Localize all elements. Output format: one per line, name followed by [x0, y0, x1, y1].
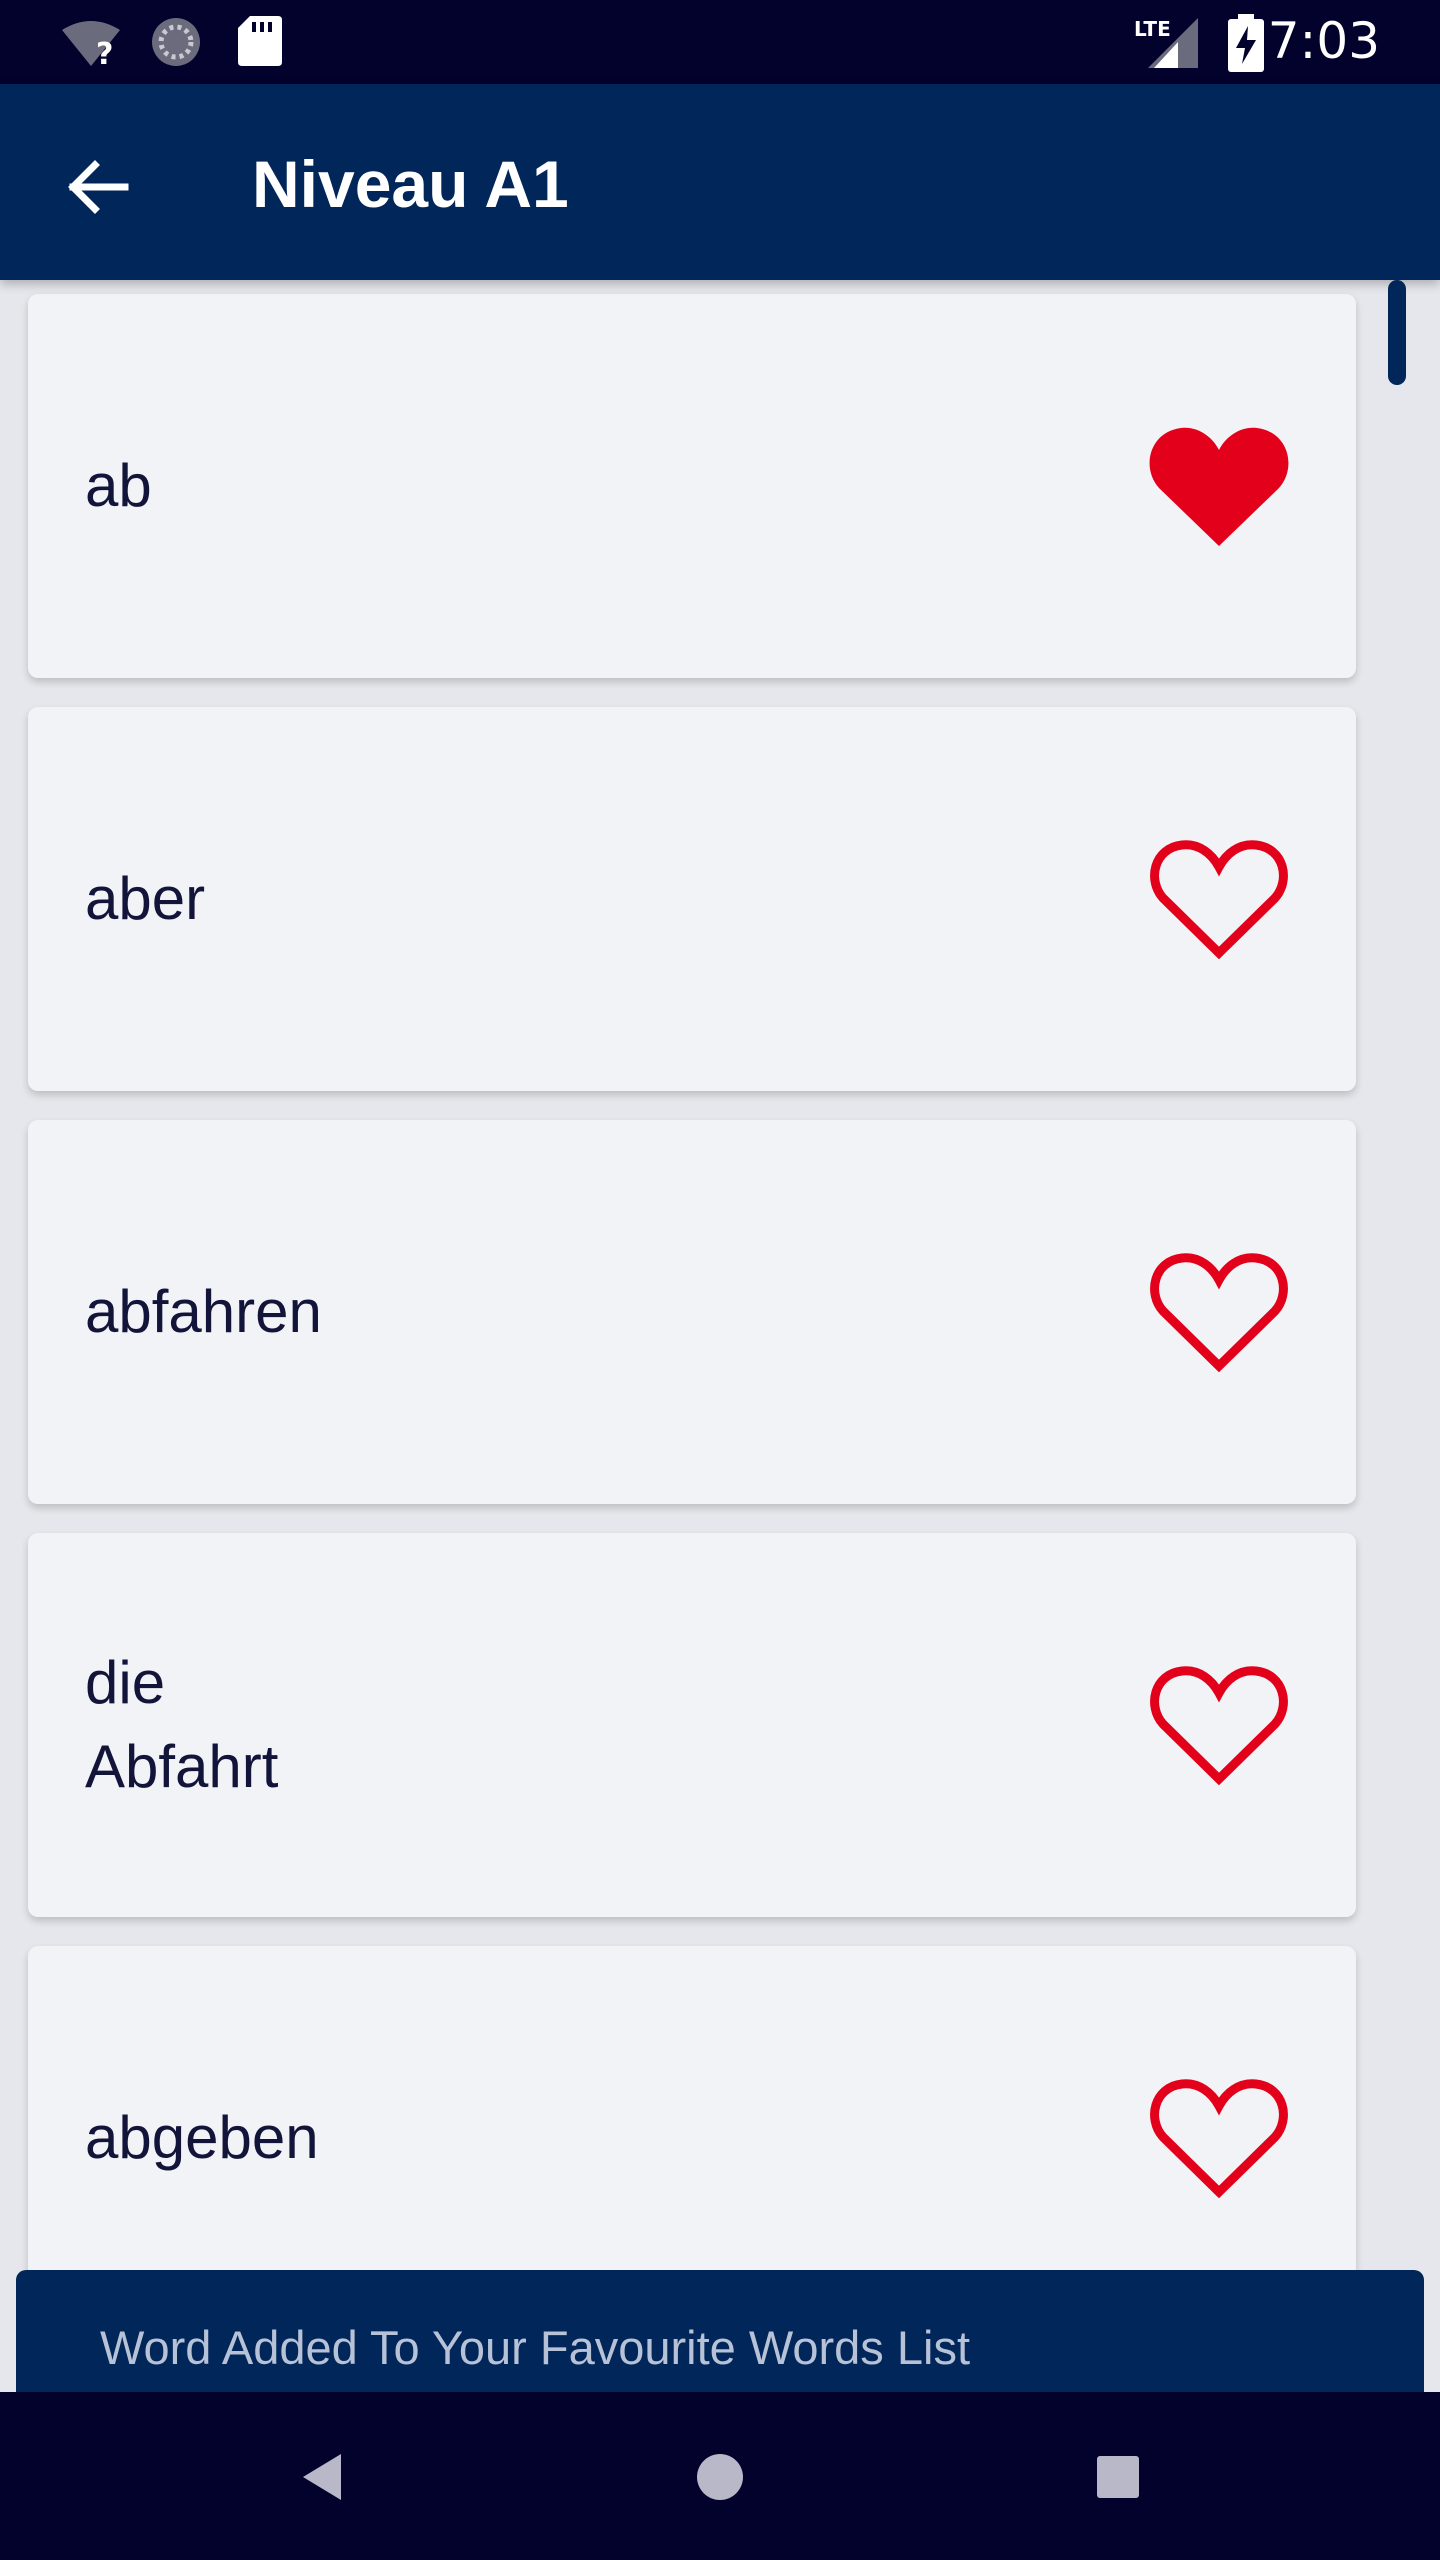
favorite-button[interactable]	[1144, 1657, 1294, 1793]
word-text: abfahren	[85, 1278, 322, 1345]
word-text: ab	[85, 452, 152, 519]
heart-outline-icon	[1150, 840, 1288, 960]
word-text: Abfahrt	[85, 1733, 279, 1800]
word-label: abfahren	[85, 1120, 985, 1504]
snackbar: Word Added To Your Favourite Words List	[16, 2270, 1424, 2400]
favorite-button[interactable]	[1144, 418, 1294, 554]
favorite-button[interactable]	[1144, 1244, 1294, 1380]
word-text: aber	[85, 865, 206, 932]
system-nav-bar	[0, 2392, 1440, 2560]
recents-square-icon	[1097, 2456, 1139, 2498]
sync-icon	[148, 14, 204, 75]
back-triangle-icon	[303, 2454, 341, 2500]
heart-outline-icon	[1150, 2079, 1288, 2199]
word-card[interactable]: ab	[28, 294, 1356, 678]
nav-recents-button[interactable]	[1083, 2442, 1153, 2512]
page-title: Niveau A1	[252, 147, 569, 221]
lte-signal-icon: LTE	[1134, 14, 1202, 75]
word-list[interactable]: ab aber abfahren die Abfahrt abgeben	[0, 280, 1440, 2392]
word-article: die	[85, 1649, 166, 1716]
word-card[interactable]: abfahren	[28, 1120, 1356, 1504]
app-bar: Niveau A1	[0, 84, 1440, 280]
sd-card-icon	[238, 16, 282, 71]
word-label: aber	[85, 707, 985, 1091]
nav-home-button[interactable]	[685, 2442, 755, 2512]
heart-outline-icon	[1150, 1666, 1288, 1786]
network-type-label: LTE	[1134, 17, 1171, 41]
home-circle-icon	[697, 2454, 743, 2500]
word-label: ab	[85, 294, 985, 678]
battery-charging-icon	[1228, 14, 1264, 77]
arrow-back-icon	[68, 160, 129, 214]
favorite-button[interactable]	[1144, 2070, 1294, 2206]
status-bar: ? LTE 7:03	[0, 0, 1440, 84]
nav-back-button[interactable]	[287, 2442, 357, 2512]
snackbar-message: Word Added To Your Favourite Words List	[100, 2321, 971, 2374]
wifi-unknown-icon: ?	[60, 18, 122, 73]
word-label: die Abfahrt	[85, 1533, 985, 1917]
status-time: 7:03	[1267, 12, 1380, 70]
back-button[interactable]	[52, 142, 142, 232]
word-text: abgeben	[85, 2104, 319, 2171]
svg-text:?: ?	[96, 37, 113, 68]
scrollbar-thumb[interactable]	[1388, 280, 1406, 385]
favorite-button[interactable]	[1144, 831, 1294, 967]
word-card[interactable]: aber	[28, 707, 1356, 1091]
heart-filled-icon	[1149, 427, 1289, 546]
heart-outline-icon	[1150, 1253, 1288, 1373]
word-card[interactable]: die Abfahrt	[28, 1533, 1356, 1917]
